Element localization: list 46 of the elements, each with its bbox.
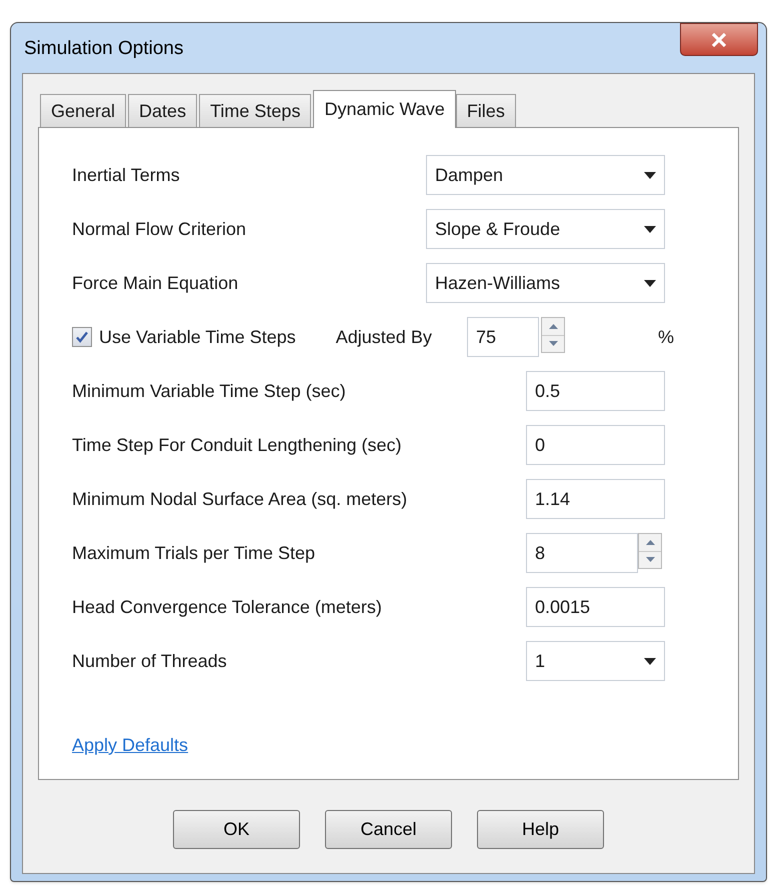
window-title: Simulation Options <box>24 37 184 61</box>
input-field[interactable]: 75 <box>467 317 539 357</box>
close-icon <box>711 32 727 46</box>
up-arrow-icon <box>548 324 558 329</box>
field-label: Normal Flow Criterion <box>72 218 246 240</box>
input-field[interactable]: 0 <box>526 425 665 465</box>
input-field[interactable]: 8 <box>526 533 638 573</box>
dropdown[interactable]: Slope & Froude <box>426 209 665 249</box>
field-label: Adjusted By <box>336 326 432 349</box>
tab[interactable]: Files <box>456 94 516 127</box>
checkbox[interactable] <box>72 327 92 347</box>
dropdown-caret-icon <box>644 226 656 232</box>
tab[interactable]: Dates <box>128 94 198 127</box>
spin-buttons[interactable] <box>541 317 565 353</box>
input-field[interactable]: 0.5 <box>526 371 665 411</box>
dropdown[interactable]: Hazen-Williams <box>426 263 665 303</box>
close-button[interactable] <box>680 23 758 56</box>
tab[interactable]: Dynamic Wave <box>313 90 456 128</box>
checkmark-icon <box>75 330 89 344</box>
spin-buttons[interactable] <box>638 533 662 569</box>
dialog-button[interactable]: Cancel <box>325 810 452 849</box>
field-label: Head Convergence Tolerance (meters) <box>72 596 382 619</box>
dropdown[interactable]: 1 <box>526 641 665 681</box>
field-label: Minimum Nodal Surface Area (sq. meters) <box>72 488 408 511</box>
dropdown-caret-icon <box>644 658 656 664</box>
down-arrow-icon <box>548 341 558 346</box>
field-label: Maximum Trials per Time Step <box>72 542 316 565</box>
apply-defaults-link[interactable]: Apply Defaults <box>72 735 188 755</box>
field-label: Minimum Variable Time Step (sec) <box>72 380 346 403</box>
field-label: Time Step For Conduit Lengthening (sec) <box>72 434 402 457</box>
field-label: Inertial Terms <box>72 164 180 186</box>
field-label: Force Main Equation <box>72 272 238 295</box>
dropdown-caret-icon <box>644 172 656 178</box>
dropdown[interactable]: Dampen <box>426 155 665 195</box>
tab[interactable]: Time Steps <box>199 94 312 127</box>
tab[interactable]: General <box>40 94 126 127</box>
up-arrow-icon <box>646 540 654 545</box>
input-field[interactable]: 0.0015 <box>526 587 665 627</box>
dropdown-caret-icon <box>644 280 656 286</box>
dialog-button[interactable]: OK <box>173 810 300 849</box>
field-label: Number of Threads <box>72 650 227 672</box>
down-arrow-icon <box>646 557 654 562</box>
dialog-button[interactable]: Help <box>477 810 604 849</box>
checkbox-label: Use Variable Time Steps <box>99 326 296 349</box>
input-field[interactable]: 1.14 <box>526 479 665 519</box>
unit-label: % <box>658 326 674 348</box>
